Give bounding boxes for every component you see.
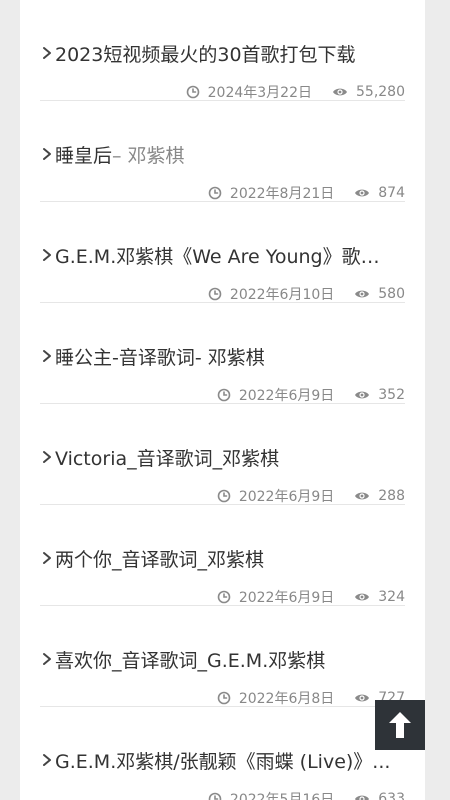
post-title-text[interactable]: 2023短视频最火的30首歌打包下载 xyxy=(55,44,356,66)
eye-icon xyxy=(333,88,347,96)
post-views: 874 xyxy=(378,185,405,201)
post-meta: 2022年6月9日 288 xyxy=(217,486,405,506)
post-meta: 2024年3月22日 55,280 xyxy=(186,82,405,102)
chevron-right-icon xyxy=(43,47,51,59)
post-views: 55,280 xyxy=(356,84,405,100)
post-views: 352 xyxy=(378,387,405,403)
post-date: 2024年3月22日 xyxy=(207,85,312,101)
post-list-item: 两个你_音译歌词_邓紫棋 2022年6月9日 324 xyxy=(40,505,405,606)
post-title-text[interactable]: G.E.M.邓紫棋/张靓颖《雨蝶 (Live)》... xyxy=(55,751,390,773)
post-title-text[interactable]: 睡公主-音译歌词- 邓紫棋 xyxy=(55,347,265,369)
clock-icon xyxy=(186,85,199,99)
post-title-text[interactable]: 两个你_音译歌词_邓紫棋 xyxy=(55,549,264,571)
clock-icon xyxy=(217,691,231,705)
post-title-text[interactable]: 睡皇后 xyxy=(55,145,112,167)
post-title-link[interactable]: Victoria_音译歌词_邓紫棋 xyxy=(40,442,405,472)
clock-icon xyxy=(217,590,231,604)
clock-icon xyxy=(208,186,222,200)
post-title[interactable]: 睡皇后– 邓紫棋 xyxy=(55,141,185,168)
post-meta: 2022年8月21日 874 xyxy=(208,183,405,203)
post-title-link[interactable]: 睡公主-音译歌词- 邓紫棋 xyxy=(40,341,405,371)
post-list-card: 2023短视频最火的30首歌打包下载 2024年3月22日 55,280 睡皇后– 邓… xyxy=(20,0,425,800)
post-date: 2022年8月21日 xyxy=(229,186,335,202)
post-date: 2022年6月9日 xyxy=(238,590,335,606)
clock-icon xyxy=(208,792,222,800)
post-title-link[interactable]: G.E.M.邓紫棋《We Are Young》歌词... xyxy=(40,240,405,270)
post-title-text[interactable]: G.E.M.邓紫棋《We Are Young》歌词... xyxy=(55,246,397,268)
post-date: 2022年6月10日 xyxy=(229,287,335,303)
chevron-right-icon xyxy=(43,653,51,665)
post-list-item: G.E.M.邓紫棋/张靓颖《雨蝶 (Live)》... 2022年5月16日 633 xyxy=(40,707,405,800)
arrow-up-icon xyxy=(389,712,411,738)
eye-icon xyxy=(355,189,370,197)
post-list: 2023短视频最火的30首歌打包下载 2024年3月22日 55,280 睡皇后– 邓… xyxy=(40,0,405,800)
clock-icon xyxy=(208,287,222,301)
clock-icon xyxy=(217,489,231,503)
chevron-right-icon xyxy=(43,350,51,362)
post-title[interactable]: G.E.M.邓紫棋《We Are Young》歌词... xyxy=(55,242,397,269)
post-title[interactable]: 两个你_音译歌词_邓紫棋 xyxy=(55,545,264,572)
post-title-link[interactable]: 2023短视频最火的30首歌打包下载 xyxy=(40,38,405,68)
post-title-text[interactable]: 喜欢你_音译歌词_G.E.M.邓紫棋 xyxy=(55,650,325,672)
eye-icon xyxy=(355,593,370,601)
post-list-item: 2023短视频最火的30首歌打包下载 2024年3月22日 55,280 xyxy=(40,0,405,101)
post-title-text[interactable]: Victoria_音译歌词_邓紫棋 xyxy=(55,448,279,470)
post-meta: 2022年6月10日 580 xyxy=(208,284,405,304)
post-title[interactable]: 睡公主-音译歌词- 邓紫棋 xyxy=(55,343,265,370)
post-date: 2022年6月8日 xyxy=(238,691,335,707)
eye-icon xyxy=(355,290,370,298)
post-title[interactable]: Victoria_音译歌词_邓紫棋 xyxy=(55,444,279,471)
post-title[interactable]: 2023短视频最火的30首歌打包下载 xyxy=(55,40,356,67)
post-meta: 2022年6月9日 352 xyxy=(217,385,405,405)
post-date: 2022年6月9日 xyxy=(238,489,335,505)
chevron-right-icon xyxy=(43,451,51,463)
post-list-item: 睡公主-音译歌词- 邓紫棋 2022年6月9日 352 xyxy=(40,303,405,404)
eye-icon xyxy=(355,492,370,500)
post-title-link[interactable]: G.E.M.邓紫棋/张靓颖《雨蝶 (Live)》... xyxy=(40,745,405,775)
post-meta: 2022年6月9日 324 xyxy=(217,587,405,607)
post-meta: 2022年5月16日 633 xyxy=(208,789,405,800)
post-title-suffix[interactable]: – 邓紫棋 xyxy=(112,145,185,167)
post-list-item: G.E.M.邓紫棋《We Are Young》歌词... 2022年6月10日 58… xyxy=(40,202,405,303)
eye-icon xyxy=(355,391,370,399)
post-list-item: Victoria_音译歌词_邓紫棋 2022年6月9日 288 xyxy=(40,404,405,505)
post-views: 633 xyxy=(378,791,405,800)
eye-icon xyxy=(355,694,370,702)
post-list-item: 睡皇后– 邓紫棋 2022年8月21日 874 xyxy=(40,101,405,202)
post-list-item: 喜欢你_音译歌词_G.E.M.邓紫棋 2022年6月8日 727 xyxy=(40,606,405,707)
clock-icon xyxy=(217,388,231,402)
post-views: 288 xyxy=(378,488,405,504)
post-date: 2022年5月16日 xyxy=(229,792,335,800)
post-title-link[interactable]: 睡皇后– 邓紫棋 xyxy=(40,139,405,169)
eye-icon xyxy=(355,795,370,800)
post-title[interactable]: G.E.M.邓紫棋/张靓颖《雨蝶 (Live)》... xyxy=(55,747,390,774)
chevron-right-icon xyxy=(43,754,51,766)
chevron-right-icon xyxy=(43,552,51,564)
post-title-link[interactable]: 喜欢你_音译歌词_G.E.M.邓紫棋 xyxy=(40,644,405,674)
post-views: 580 xyxy=(378,286,405,302)
post-date: 2022年6月9日 xyxy=(238,388,335,404)
back-to-top-button[interactable] xyxy=(375,700,425,750)
chevron-right-icon xyxy=(43,249,51,261)
chevron-right-icon xyxy=(43,148,51,160)
post-title-link[interactable]: 两个你_音译歌词_邓紫棋 xyxy=(40,543,405,573)
post-views: 324 xyxy=(378,589,405,605)
post-title[interactable]: 喜欢你_音译歌词_G.E.M.邓紫棋 xyxy=(55,646,325,673)
